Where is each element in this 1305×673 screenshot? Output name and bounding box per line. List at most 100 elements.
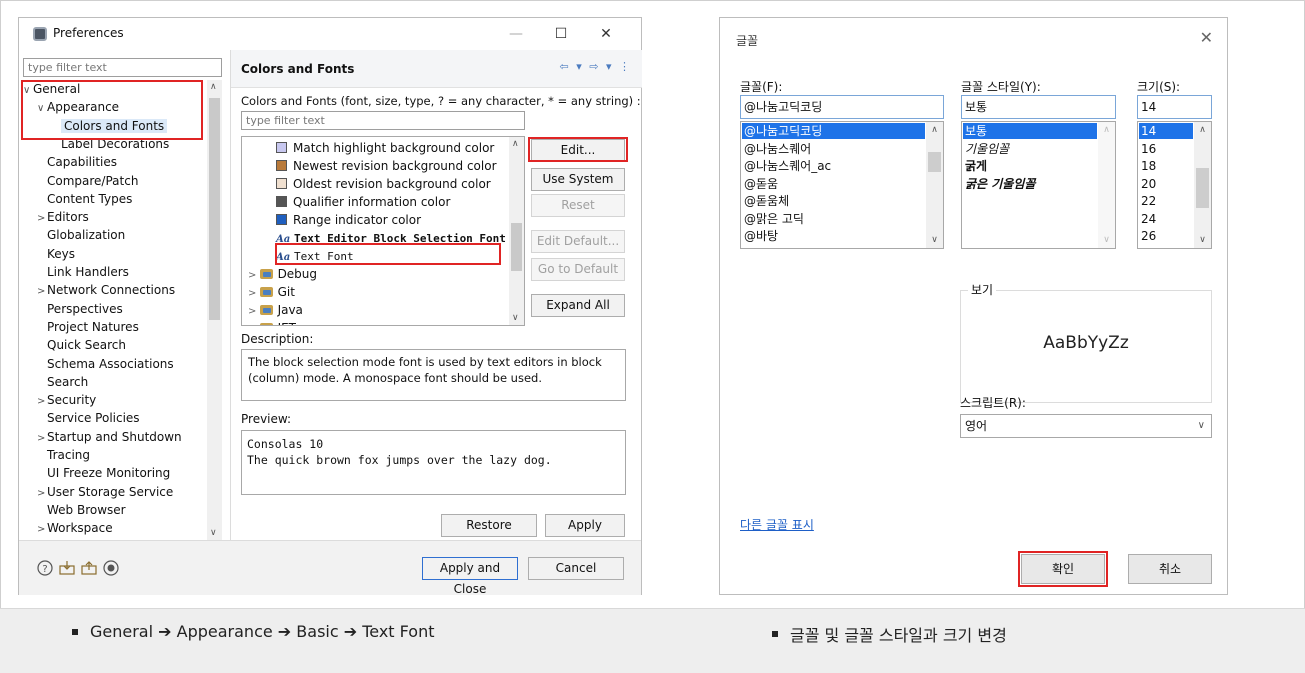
size-scroll-up-icon[interactable]: ∧	[1194, 125, 1211, 135]
edit-default-button[interactable]: Edit Default...	[531, 230, 625, 253]
category-item[interactable]: > Debug	[248, 265, 317, 283]
more-fonts-link[interactable]: 다른 글꼴 표시	[740, 516, 814, 533]
font-cancel-button[interactable]: 취소	[1128, 554, 1212, 584]
cf-scroll-down-icon[interactable]: ∨	[512, 313, 519, 323]
tree-item[interactable]: Tracing	[37, 446, 90, 464]
collapsed-arrow-icon[interactable]: >	[37, 283, 47, 301]
tree-item[interactable]: Keys	[37, 245, 75, 263]
color-font-item[interactable]: Match highlight background color	[276, 139, 494, 157]
collapsed-arrow-icon[interactable]: >	[37, 485, 47, 503]
tree-item[interactable]: > Security	[37, 391, 96, 409]
tree-item[interactable]: Quick Search	[37, 336, 126, 354]
collapsed-arrow-icon[interactable]: >	[37, 210, 47, 228]
collapsed-arrow-icon[interactable]: >	[37, 521, 47, 539]
tree-item[interactable]: Perspectives	[37, 300, 123, 318]
font-option[interactable]: @돋움	[742, 176, 925, 192]
tree-item[interactable]: Web Browser	[37, 501, 126, 519]
apply-and-close-button[interactable]: Apply and Close	[422, 557, 518, 596]
style-scroll-down-icon[interactable]: ∨	[1098, 235, 1115, 245]
scroll-up-icon[interactable]: ∧	[210, 82, 217, 92]
size-option[interactable]: 20	[1139, 176, 1193, 192]
restore-defaults-button[interactable]: Restore Defaults	[441, 514, 537, 553]
font-option[interactable]: @나눔스퀘어_ac	[742, 158, 925, 174]
color-font-item[interactable]: Range indicator color	[276, 211, 421, 229]
tree-item[interactable]: > Editors	[37, 208, 89, 226]
font-option[interactable]: @돋움체	[742, 193, 925, 209]
export-icon[interactable]	[81, 560, 97, 576]
color-font-item[interactable]: Oldest revision background color	[276, 175, 491, 193]
maximize-button[interactable]: ☐	[544, 22, 578, 46]
size-list[interactable]: 14 16 18 20 22 24 26 ∧ ∨	[1137, 121, 1212, 249]
tree-item[interactable]: Globalization	[37, 226, 125, 244]
style-option[interactable]: 보통	[963, 123, 1097, 139]
tree-item[interactable]: UI Freeze Monitoring	[37, 464, 170, 482]
font-scroll-up-icon[interactable]: ∧	[926, 125, 943, 135]
close-icon[interactable]: ✕	[1200, 28, 1213, 47]
font-input[interactable]: @나눔고딕코딩	[740, 95, 944, 119]
history-nav-icons[interactable]: ⇦ ▾ ⇨ ▾ ⋮	[560, 60, 632, 73]
cancel-button[interactable]: Cancel	[528, 557, 624, 580]
style-option[interactable]: 굵게	[963, 158, 1097, 174]
size-option[interactable]: 22	[1139, 193, 1193, 209]
size-option[interactable]: 14	[1139, 123, 1193, 139]
tree-scrollbar[interactable]: ∧ ∨	[207, 80, 222, 540]
collapsed-arrow-icon[interactable]: >	[248, 306, 260, 317]
font-scroll-thumb[interactable]	[928, 152, 941, 172]
tree-item[interactable]: > Network Connections	[37, 281, 175, 299]
pane-divider[interactable]	[230, 50, 231, 540]
size-scroll-thumb[interactable]	[1196, 168, 1209, 208]
help-icon[interactable]: ?	[37, 560, 53, 576]
cf-scrollbar-thumb[interactable]	[511, 223, 522, 271]
font-scroll-down-icon[interactable]: ∨	[926, 235, 943, 245]
cf-scrollbar[interactable]: ∧ ∨	[509, 137, 524, 325]
tree-item[interactable]: Content Types	[37, 190, 132, 208]
tree-item[interactable]: Compare/Patch	[37, 172, 138, 190]
style-list-scrollbar[interactable]: ∧ ∨	[1098, 122, 1115, 248]
style-scroll-up-icon[interactable]: ∧	[1098, 125, 1115, 135]
font-option[interactable]: @맑은 고딕	[742, 211, 925, 227]
apply-button[interactable]: Apply	[545, 514, 625, 537]
use-system-font-button[interactable]: Use System Font	[531, 168, 625, 207]
category-item[interactable]: > Java	[248, 301, 303, 319]
size-list-scrollbar[interactable]: ∧ ∨	[1194, 122, 1211, 248]
size-option[interactable]: 16	[1139, 141, 1193, 157]
font-list[interactable]: @나눔고딕코딩 @나눔스퀘어 @나눔스퀘어_ac @돋움 @돋움체 @맑은 고딕 @바탕 ∧…	[740, 121, 944, 249]
style-option[interactable]: 기울임꼴	[963, 141, 1097, 157]
style-input[interactable]: 보통	[961, 95, 1116, 119]
collapsed-arrow-icon[interactable]: >	[37, 430, 47, 448]
tree-item[interactable]: Capabilities	[37, 153, 117, 171]
style-list[interactable]: 보통기울임꼴 굵게굵은 기울임꼴 ∧ ∨	[961, 121, 1116, 249]
size-option[interactable]: 26	[1139, 228, 1193, 244]
collapsed-arrow-icon[interactable]: >	[37, 393, 47, 411]
scroll-down-icon[interactable]: ∨	[210, 528, 217, 538]
font-list-scrollbar[interactable]: ∧ ∨	[926, 122, 943, 248]
font-option[interactable]: @나눔고딕코딩	[742, 123, 925, 139]
tree-item[interactable]: > User Storage Service	[37, 483, 173, 501]
tree-item[interactable]: Schema Associations	[37, 355, 174, 373]
size-option[interactable]: 18	[1139, 158, 1193, 174]
import-icon[interactable]	[59, 560, 75, 576]
tree-item[interactable]: Search	[37, 373, 88, 391]
font-option[interactable]: @바탕	[742, 228, 925, 244]
collapsed-arrow-icon[interactable]: >	[248, 288, 260, 299]
collapsed-arrow-icon[interactable]: >	[248, 324, 260, 325]
tree-item[interactable]: Project Natures	[37, 318, 139, 336]
size-option[interactable]: 24	[1139, 211, 1193, 227]
category-item[interactable]: > Git	[248, 283, 295, 301]
reset-button[interactable]: Reset	[531, 194, 625, 217]
tree-item[interactable]: Service Policies	[37, 409, 140, 427]
colors-filter-input[interactable]: type filter text	[241, 111, 525, 130]
tree-scrollbar-thumb[interactable]	[209, 98, 220, 320]
cf-scroll-up-icon[interactable]: ∧	[512, 139, 519, 149]
tree-item[interactable]: > Workspace	[37, 519, 113, 537]
tree-item[interactable]: Link Handlers	[37, 263, 129, 281]
close-button[interactable]: ✕	[589, 22, 623, 46]
expand-all-button[interactable]: Expand All	[531, 294, 625, 317]
go-to-default-button[interactable]: Go to Default	[531, 258, 625, 281]
record-icon[interactable]	[103, 560, 119, 576]
style-option[interactable]: 굵은 기울임꼴	[963, 176, 1097, 192]
script-select[interactable]: 영어 ∨	[960, 414, 1212, 438]
category-item[interactable]: > JET	[248, 319, 296, 325]
size-scroll-down-icon[interactable]: ∨	[1194, 235, 1211, 245]
minimize-button[interactable]: —	[499, 22, 533, 46]
